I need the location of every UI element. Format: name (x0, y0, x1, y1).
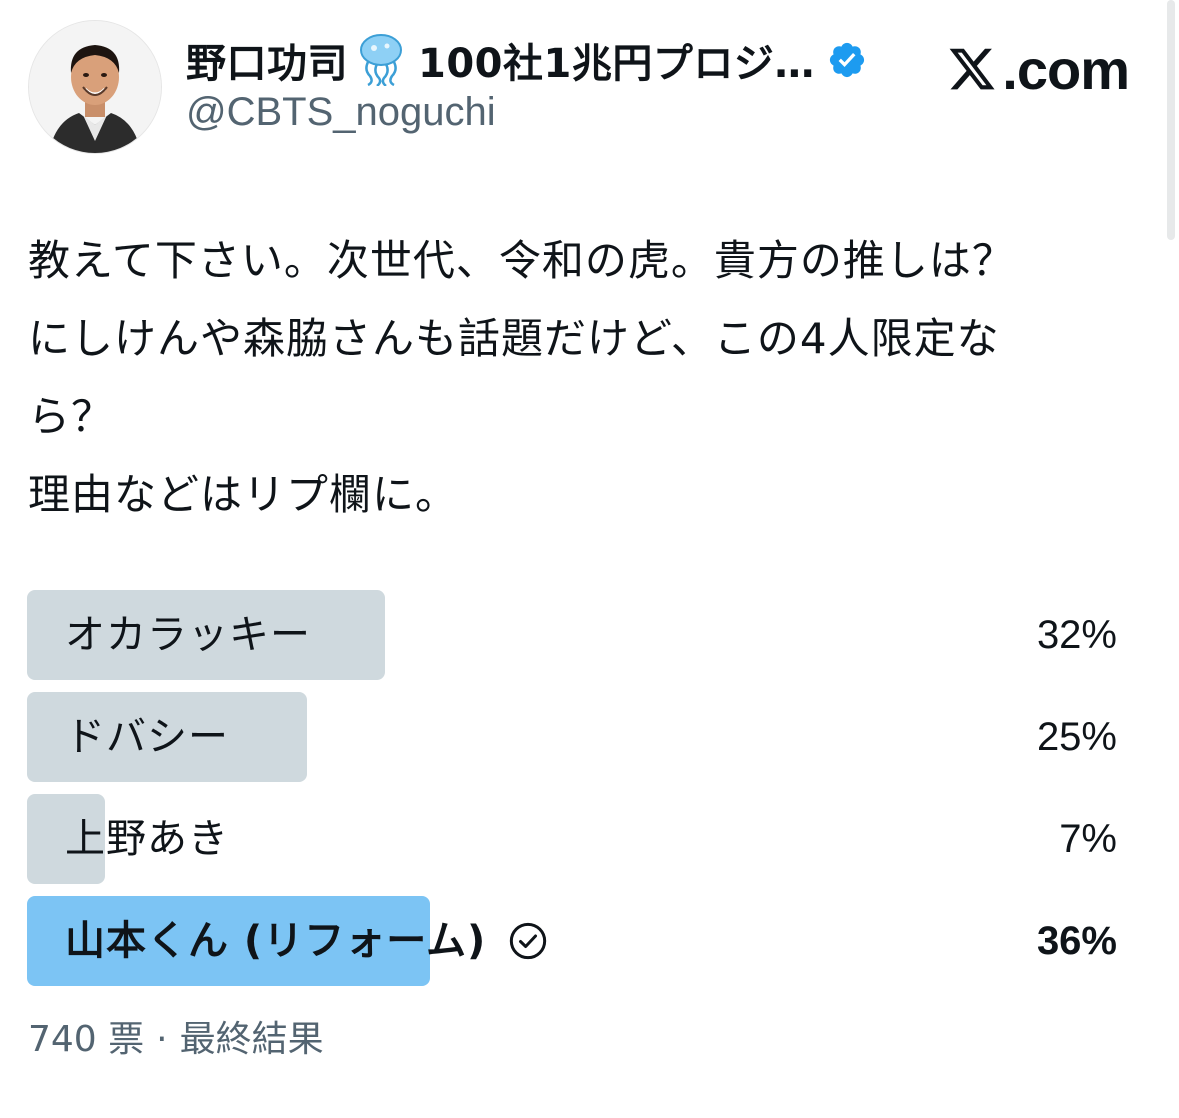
tweet-line: 理由などはリプ欄に。 (28, 470, 459, 519)
x-logo-icon (949, 48, 995, 90)
tweet-line: ら？ (28, 392, 115, 441)
display-name-row[interactable]: 野口功司 100社1兆円プロジ… (186, 30, 867, 90)
poll-option-label: ドバシー (65, 714, 229, 760)
poll-option: オカラッキー 32% (27, 590, 1117, 680)
poll-percentage: 32% (1036, 613, 1117, 657)
poll-option-label: 山本くん (リフォーム) (65, 896, 548, 986)
tweet-line: 教えて下さい。次世代、令和の虎。貴方の推しは？ (28, 236, 1015, 285)
poll-status: 最終結果 (179, 1019, 324, 1060)
avatar[interactable] (28, 20, 162, 154)
poll-option: 上野あき 7% (27, 794, 1117, 884)
poll: オカラッキー 32% ドバシー 25% 上野あき 7% 山本くん (リフォーム)… (27, 590, 1117, 998)
poll-option: ドバシー 25% (27, 692, 1117, 782)
jellyfish-icon (360, 34, 402, 86)
poll-footer: 740 票 · 最終結果 (28, 1010, 324, 1062)
poll-option-winner: 山本くん (リフォーム) 36% (27, 896, 1117, 986)
tweet-text: 教えて下さい。次世代、令和の虎。貴方の推しは？ にしけんや森脇さんも話題だけど、… (28, 222, 1138, 534)
brand-text: .com (1002, 37, 1130, 101)
display-name[interactable]: 野口功司 (186, 31, 348, 89)
brand-logo: .com (946, 34, 1130, 104)
poll-percentage: 25% (1036, 715, 1117, 759)
user-handle[interactable]: @CBTS_noguchi (186, 90, 496, 135)
verified-badge-icon (829, 42, 864, 78)
person-portrait-icon (29, 21, 161, 153)
check-circle-icon (510, 922, 547, 960)
poll-percentage: 7% (1059, 817, 1117, 861)
separator: · (156, 1019, 168, 1060)
display-name-suffix[interactable]: 100社1兆円プロジ… (418, 31, 815, 89)
tweet-line: にしけんや森脇さんも話題だけど、この4人限定な (28, 314, 1000, 363)
poll-option-label: オカラッキー (65, 612, 311, 658)
poll-option-label: 上野あき (65, 816, 229, 862)
poll-vote-count: 740 票 (28, 1019, 145, 1060)
tweet-header: 野口功司 100社1兆円プロジ… @CBTS_noguchi .com (0, 0, 1179, 170)
poll-percentage: 36% (1036, 919, 1117, 963)
